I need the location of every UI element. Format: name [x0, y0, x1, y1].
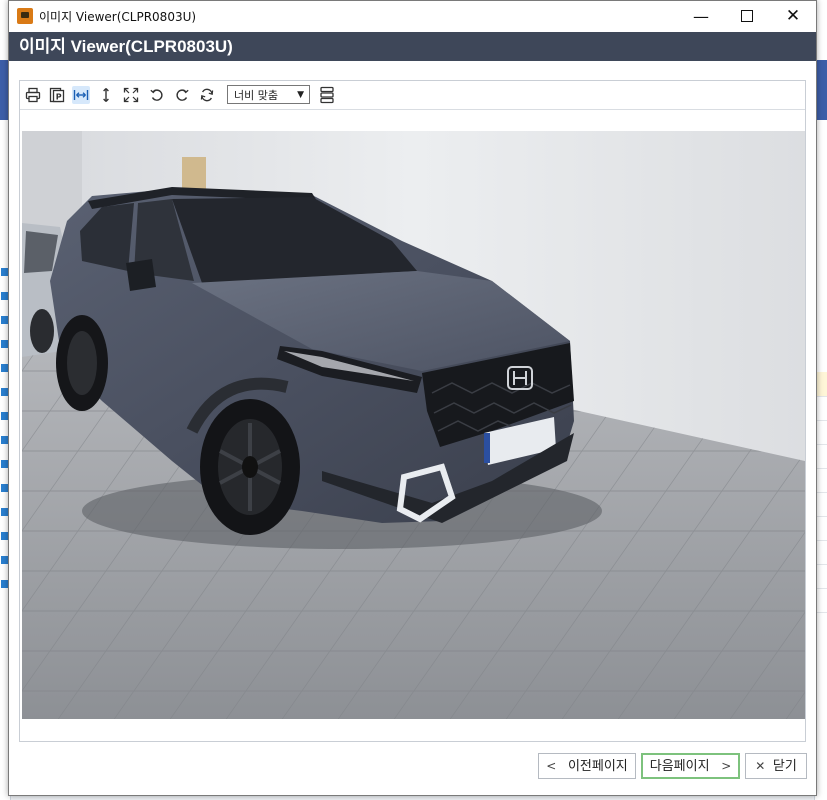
prev-page-label: 이전페이지 [567, 758, 628, 773]
minimize-icon: — [693, 7, 709, 26]
fullscreen-icon[interactable] [122, 86, 140, 104]
chevron-left-icon: < [546, 759, 557, 773]
print-icon[interactable] [24, 86, 42, 104]
viewer-toolbar: P 너비 맞춤 ▼ [20, 81, 805, 110]
maximize-icon [741, 10, 753, 22]
rotate-left-icon[interactable] [148, 86, 166, 104]
zoom-select[interactable]: 너비 맞춤 ▼ [227, 85, 310, 104]
app-icon [17, 8, 33, 24]
prev-page-button[interactable]: < 이전페이지 [538, 753, 636, 779]
vehicle-photo [22, 131, 805, 719]
refresh-icon[interactable] [198, 86, 216, 104]
next-page-button[interactable]: 다음페이지 > [641, 753, 740, 779]
close-icon: ✕ [785, 6, 801, 26]
thumbnail-layout-icon[interactable] [318, 86, 336, 104]
next-page-label: 다음페이지 [649, 758, 710, 773]
maximize-button[interactable] [724, 1, 770, 32]
rotate-right-icon[interactable] [173, 86, 191, 104]
viewer-panel: P 너비 맞춤 ▼ [19, 80, 806, 742]
chevron-right-icon: > [721, 759, 732, 773]
title-bar[interactable]: 이미지 Viewer(CLPR0803U) — ✕ [9, 1, 816, 32]
page-title: 이미지 Viewer(CLPR0803U) [9, 32, 816, 61]
image-viewer-window: 이미지 Viewer(CLPR0803U) — ✕ 이미지 Viewer(CLP… [8, 0, 817, 796]
close-label: 닫기 [772, 758, 797, 773]
svg-text:P: P [56, 93, 62, 102]
close-button[interactable]: ✕ 닫기 [745, 753, 807, 779]
dropdown-arrow-icon: ▼ [297, 90, 304, 100]
zoom-select-value: 너비 맞춤 [234, 89, 278, 102]
window-title: 이미지 Viewer(CLPR0803U) [39, 10, 197, 24]
minimize-button[interactable]: — [678, 1, 724, 32]
fit-height-icon[interactable] [97, 86, 115, 104]
page-icon[interactable]: P [48, 86, 66, 104]
close-window-button[interactable]: ✕ [770, 1, 816, 32]
close-icon: ✕ [755, 759, 766, 773]
fit-width-icon[interactable] [72, 86, 90, 104]
